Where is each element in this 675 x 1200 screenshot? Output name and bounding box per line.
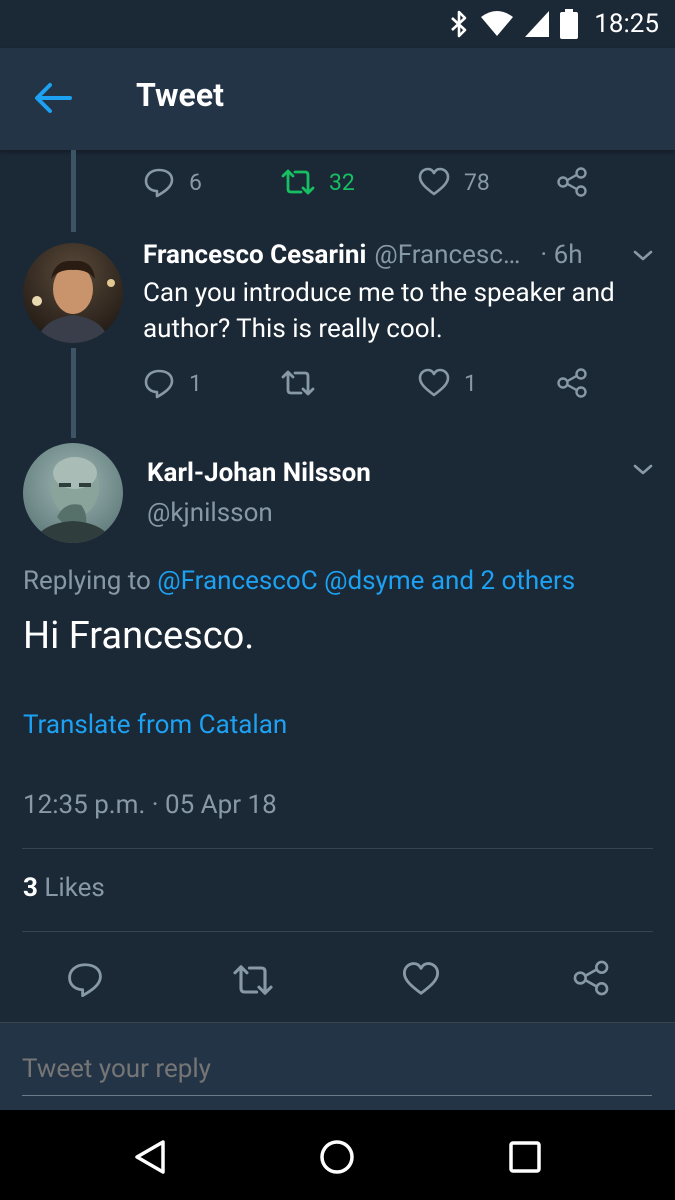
battery-icon bbox=[560, 9, 579, 39]
parent-tweet-actions: 6 32 78 bbox=[143, 162, 603, 202]
author-handle[interactable]: @kjnilsson bbox=[147, 498, 273, 528]
thread-line bbox=[71, 150, 76, 232]
nav-recents-button[interactable] bbox=[500, 1132, 550, 1182]
retweet-button[interactable]: 32 bbox=[281, 162, 355, 202]
replying-to-mentions[interactable]: @FrancescoC @dsyme and 2 others bbox=[157, 566, 575, 596]
back-arrow-icon bbox=[35, 83, 72, 113]
nav-back-button[interactable] bbox=[125, 1132, 175, 1182]
chevron-down-icon[interactable] bbox=[632, 248, 654, 264]
reply-icon bbox=[144, 369, 174, 399]
app-bar: Tweet bbox=[0, 48, 675, 150]
reply-tweet-actions: 1 1 bbox=[143, 363, 603, 403]
heart-icon[interactable] bbox=[402, 961, 440, 997]
like-button[interactable]: 1 bbox=[418, 363, 477, 403]
replying-to-label: Replying to bbox=[23, 566, 151, 596]
retweet-icon bbox=[281, 169, 315, 195]
share-icon bbox=[557, 167, 587, 197]
author-name[interactable]: Karl-Johan Nilsson bbox=[147, 458, 371, 488]
divider bbox=[22, 848, 653, 849]
nav-home-button[interactable] bbox=[312, 1132, 362, 1182]
likes-summary[interactable]: 3 Likes bbox=[23, 873, 105, 903]
reply-input[interactable] bbox=[22, 1043, 652, 1096]
likes-count: 3 bbox=[23, 873, 38, 903]
tweet-text: Can you introduce me to the speaker and … bbox=[143, 278, 615, 344]
avatar-karl-johan[interactable] bbox=[23, 443, 123, 543]
retweet-count: 32 bbox=[329, 168, 355, 196]
bluetooth-icon bbox=[451, 10, 467, 38]
status-bar: 18:25 bbox=[0, 0, 675, 48]
page-title: Tweet bbox=[136, 76, 224, 114]
wifi-icon bbox=[481, 11, 514, 36]
share-icon bbox=[557, 368, 587, 398]
likes-label: Likes bbox=[44, 873, 105, 903]
reply-icon bbox=[144, 168, 174, 198]
nav-recents-icon bbox=[509, 1141, 541, 1173]
chevron-down-icon[interactable] bbox=[632, 462, 654, 478]
main-tweet-actions bbox=[0, 950, 675, 1006]
reply-composer bbox=[0, 1022, 675, 1111]
nav-home-icon bbox=[320, 1140, 354, 1174]
status-time: 18:25 bbox=[594, 9, 659, 39]
reply-count: 1 bbox=[189, 369, 202, 397]
nav-back-icon bbox=[135, 1140, 165, 1174]
thread-line bbox=[71, 348, 76, 438]
retweet-icon bbox=[281, 370, 315, 396]
tweet-time: · 6h bbox=[540, 240, 583, 270]
share-icon[interactable] bbox=[572, 960, 610, 996]
status-icons: 18:25 bbox=[448, 6, 659, 42]
share-button[interactable] bbox=[556, 162, 588, 202]
navigation-bar bbox=[0, 1110, 675, 1200]
replying-to: Replying to @FrancescoC @dsyme and 2 oth… bbox=[23, 566, 575, 596]
heart-icon bbox=[418, 368, 450, 397]
share-button[interactable] bbox=[556, 363, 588, 403]
avatar-image bbox=[23, 443, 123, 543]
avatar-image bbox=[23, 243, 123, 343]
like-count: 1 bbox=[464, 369, 477, 397]
avatar-francesco[interactable] bbox=[23, 243, 123, 343]
reply-icon[interactable] bbox=[66, 960, 104, 998]
like-button[interactable]: 78 bbox=[418, 162, 490, 202]
back-button[interactable] bbox=[30, 78, 74, 118]
retweet-button[interactable] bbox=[281, 363, 315, 403]
tweet-timestamp: 12:35 p.m. · 05 Apr 18 bbox=[23, 790, 277, 820]
tweet-text: Hi Francesco. bbox=[23, 614, 255, 658]
reply-count: 6 bbox=[189, 168, 202, 196]
like-count: 78 bbox=[464, 168, 490, 196]
translate-link[interactable]: Translate from Catalan bbox=[23, 710, 287, 740]
retweet-icon[interactable] bbox=[232, 962, 274, 998]
reply-button[interactable]: 1 bbox=[143, 363, 202, 403]
reply-button[interactable]: 6 bbox=[143, 162, 202, 202]
author-handle[interactable]: @Francesc… bbox=[374, 240, 520, 270]
author-name[interactable]: Francesco Cesarini bbox=[143, 240, 366, 270]
cell-signal-icon bbox=[525, 11, 550, 37]
divider bbox=[22, 931, 653, 932]
tweet-header: Francesco Cesarini @Francesc… · 6h bbox=[143, 236, 623, 274]
heart-icon bbox=[418, 167, 450, 196]
